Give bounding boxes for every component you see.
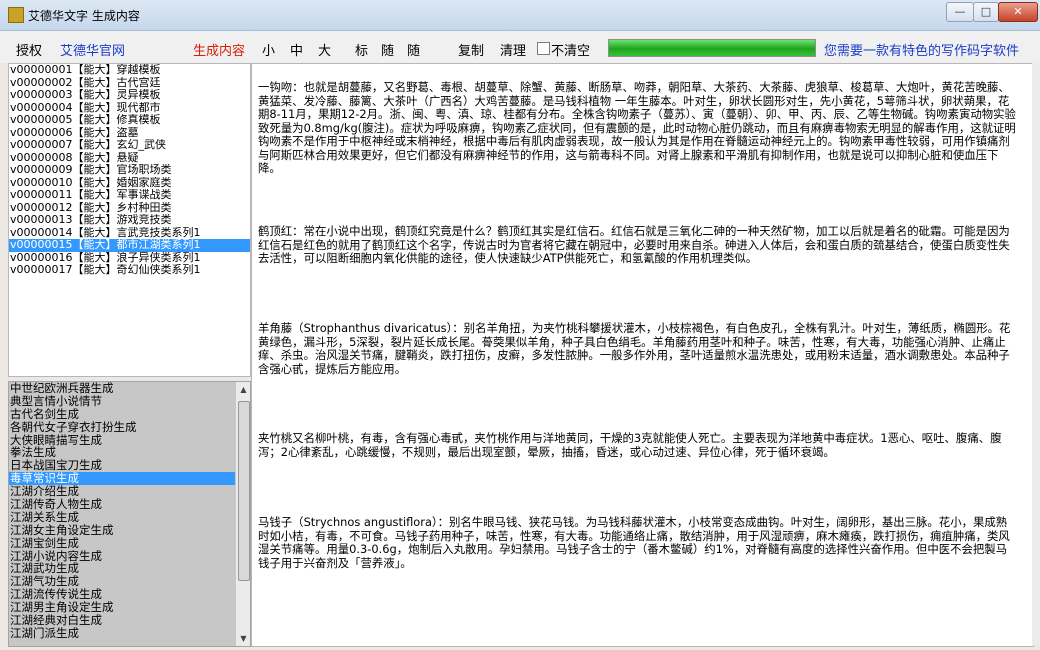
list-item[interactable]: 江湖关系生成	[9, 511, 235, 524]
app-icon	[8, 7, 24, 23]
generate-content-button[interactable]: 生成内容	[193, 40, 245, 59]
scroll-down-arrow-icon[interactable]: ▼	[236, 631, 250, 646]
list-item-selected[interactable]: 毒草常识生成	[9, 472, 235, 486]
template-list[interactable]: v00000001【能大】穿越模板 v00000002【能大】古代宫廷 v000…	[8, 63, 251, 377]
content-scrollbar[interactable]	[1032, 63, 1040, 645]
list-item[interactable]: v00000012【能大】乡村种田类	[9, 202, 250, 215]
list-item[interactable]: v00000014【能大】言武竞技类系列1	[9, 227, 250, 240]
list-item[interactable]: 江湖女主角设定生成	[9, 524, 235, 537]
size-large-button[interactable]: 大	[318, 40, 331, 59]
content-paragraph: 夹竹桃又名柳叶桃，有毒，含有强心毒甙，夹竹桃作用与洋地黄同，干燥的3克就能使人死…	[258, 431, 1002, 459]
list-item[interactable]: v00000007【能大】玄幻_武侠	[9, 139, 250, 152]
scroll-up-arrow-icon[interactable]: ▲	[236, 382, 250, 397]
list-item[interactable]: 各朝代女子穿衣打扮生成	[9, 421, 235, 434]
list-item[interactable]: 典型言情小说情节	[9, 395, 235, 408]
list-item[interactable]: 拳法生成	[9, 446, 235, 459]
generator-list[interactable]: 中世纪欧洲兵器生成 典型言情小说情节 古代名剑生成 各朝代女子穿衣打扮生成 大侠…	[8, 381, 251, 647]
size-medium-button[interactable]: 中	[290, 40, 303, 59]
list-item[interactable]: 江湖传奇人物生成	[9, 498, 235, 511]
official-site-link[interactable]: 艾德华官网	[60, 40, 125, 59]
content-paragraph: 鹤顶红：常在小说中出现，鹤顶红究竟是什么？鹤顶红其实是红信石。红信石就是三氧化二…	[258, 224, 1010, 265]
generator-scrollbar[interactable]: ▲ ▼	[235, 382, 250, 646]
no-clear-label: 不清空	[551, 44, 591, 59]
auth-button[interactable]: 授权	[16, 40, 42, 59]
list-item[interactable]: 江湖宝剑生成	[9, 537, 235, 550]
list-item[interactable]: v00000010【能大】婚姻家庭类	[9, 177, 250, 190]
list-item[interactable]: 江湖流传传说生成	[9, 588, 235, 601]
list-item[interactable]: v00000006【能大】盗墓	[9, 127, 250, 140]
list-item[interactable]: 江湖门派生成	[9, 627, 235, 640]
list-item-selected[interactable]: v00000015【能大】都市江湖类系列1	[9, 239, 250, 252]
slogan-link[interactable]: 您需要一款有特色的写作码字软件	[824, 40, 1019, 59]
content-paragraph: 马钱子（Strychnos angustiflora）：别名牛眼马钱、狭花马钱。…	[258, 515, 1010, 570]
list-item[interactable]: v00000005【能大】修真模板	[9, 114, 250, 127]
progress-fill	[609, 40, 815, 56]
size-small-button[interactable]: 小	[262, 40, 275, 59]
list-item[interactable]: 日本战国宝刀生成	[9, 459, 235, 472]
mode-random2-button[interactable]: 随	[407, 40, 420, 59]
scrollbar-thumb[interactable]	[238, 401, 250, 581]
maximize-button[interactable]: □	[973, 2, 999, 22]
list-item[interactable]: 江湖气功生成	[9, 575, 235, 588]
copy-button[interactable]: 复制	[458, 40, 484, 59]
list-item[interactable]: 江湖经典对白生成	[9, 614, 235, 627]
list-item[interactable]: 江湖武功生成	[9, 562, 235, 575]
list-item[interactable]: v00000016【能大】浪子异侠类系列1	[9, 252, 250, 265]
list-item[interactable]: 中世纪欧洲兵器生成	[9, 382, 235, 395]
list-item[interactable]: v00000003【能大】灵异模板	[9, 89, 250, 102]
clear-button[interactable]: 清理	[500, 40, 526, 59]
content-paragraph: 一钩吻：也就是胡蔓藤，又名野葛、毒根、胡蔓草、除蟹、黄藤、断肠草、吻莽，朝阳草、…	[258, 80, 1016, 175]
title-bar: 艾德华文字 生成内容 — □ ✕	[0, 0, 1040, 31]
content-paragraph: 羊角藤（Strophanthus divaricatus）：别名羊角扭，为夹竹桃…	[258, 321, 1011, 376]
list-item[interactable]: v00000011【能大】军事谍战类	[9, 189, 250, 202]
mode-standard-button[interactable]: 标	[355, 40, 368, 59]
progress-bar	[608, 39, 816, 57]
window-title: 艾德华文字 生成内容	[28, 9, 140, 23]
list-item[interactable]: 古代名剑生成	[9, 408, 235, 421]
toolbar: 授权 艾德华官网 生成内容 小 中 大 标 随 随 复制 清理 不清空 您需要一…	[0, 31, 1040, 63]
list-item[interactable]: v00000002【能大】古代宫廷	[9, 77, 250, 90]
list-item[interactable]: v00000013【能大】游戏竞技类	[9, 214, 250, 227]
close-button[interactable]: ✕	[998, 2, 1038, 22]
mode-random-button[interactable]: 随	[381, 40, 394, 59]
list-item[interactable]: 大侠眼睛描写生成	[9, 434, 235, 447]
list-item[interactable]: v00000001【能大】穿越模板	[9, 64, 250, 77]
no-clear-checkbox[interactable]	[537, 42, 550, 55]
content-area[interactable]: 一钩吻：也就是胡蔓藤，又名野葛、毒根、胡蔓草、除蟹、黄藤、断肠草、吻莽，朝阳草、…	[251, 63, 1034, 647]
list-item[interactable]: v00000008【能大】悬疑	[9, 152, 250, 165]
list-item[interactable]: 江湖小说内容生成	[9, 550, 235, 563]
list-item[interactable]: v00000017【能大】奇幻仙侠类系列1	[9, 264, 250, 277]
list-item[interactable]: v00000009【能大】官场职场类	[9, 164, 250, 177]
list-item[interactable]: v00000004【能大】现代都市	[9, 102, 250, 115]
list-item[interactable]: 江湖介绍生成	[9, 485, 235, 498]
list-item[interactable]: 江湖男主角设定生成	[9, 601, 235, 614]
minimize-button[interactable]: —	[946, 2, 974, 22]
